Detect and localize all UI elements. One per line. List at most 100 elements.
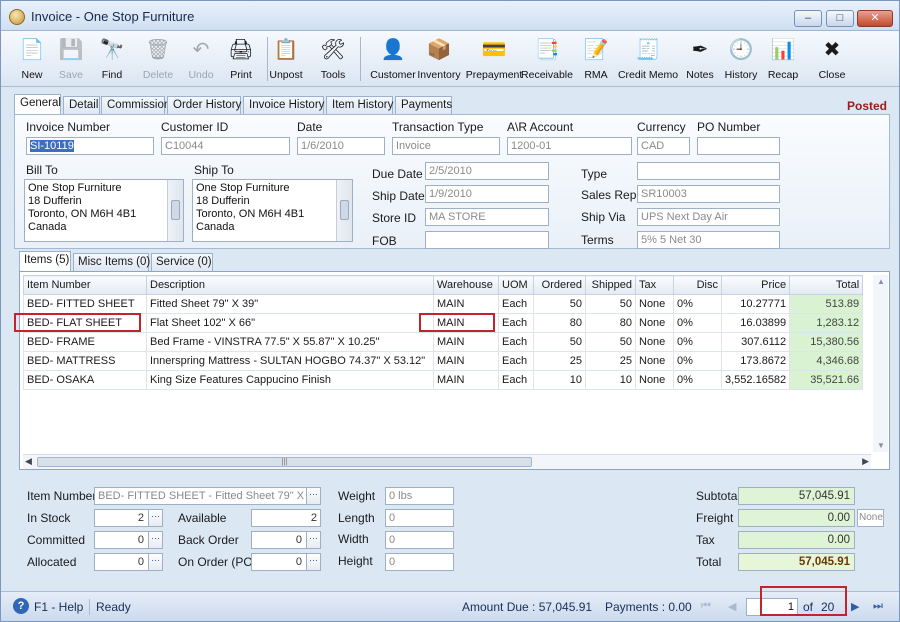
cell-warehouse[interactable]: MAIN [433,313,499,333]
credit-memo-button[interactable]: 🧾 Credit Memo [616,33,680,85]
ship-date-field[interactable]: 1/9/2010 [425,185,549,203]
minimize-button[interactable]: – [794,10,822,27]
cell-description[interactable]: Bed Frame - VINSTRA 77.5" X 55.87" X 10.… [146,332,434,352]
cell-disc[interactable]: 0% [673,370,722,390]
fob-field[interactable] [425,231,549,249]
due-date-field[interactable]: 2/5/2010 [425,162,549,180]
page-number-field[interactable]: 1 [746,598,798,616]
delete-button[interactable]: 🗑 Delete [138,33,178,85]
cell-item-number[interactable]: BED- FLAT SHEET [23,313,147,333]
receivable-button[interactable]: 📑 Receivable [519,33,575,85]
history-button[interactable]: 🕘 History [719,33,763,85]
cell-price[interactable]: 173.8672 [720,351,791,371]
item-number-detail-field[interactable]: BED- FITTED SHEET - Fitted Sheet 79" X 3… [94,487,321,505]
column-header-ordered[interactable]: Ordered [533,275,586,295]
prepayment-button[interactable]: 💳 Prepayment [465,33,523,85]
cell-price[interactable]: 307.6112 [720,332,791,352]
maximize-button[interactable]: □ [826,10,854,27]
scroll-up-icon[interactable]: ▲ [877,277,885,286]
cell-total[interactable]: 1,283.12 [789,313,864,333]
store-id-field[interactable]: MA STORE [425,208,549,226]
bill-to-address[interactable]: One Stop Furniture 18 Dufferin Toronto, ON… [24,179,184,242]
grid-scroll-thumb[interactable]: ||| [37,457,532,467]
ship-to-address[interactable]: One Stop Furniture 18 Dufferin Toronto, ON… [192,179,353,242]
cell-disc[interactable]: 0% [673,313,722,333]
first-page-icon[interactable]: ⏮ [701,600,711,613]
cell-description[interactable]: King Size Features Cappucino Finish [146,370,434,390]
tools-button[interactable]: 🛠 Tools [311,33,355,85]
cell-description[interactable]: Flat Sheet 102" X 66" [146,313,434,333]
table-row[interactable]: BED- FLAT SHEET Flat Sheet 102" X 66" MAIN… [23,313,864,333]
cell-item-number[interactable]: BED- FRAME [23,332,147,352]
back-order-lookup-button[interactable]: ··· [306,532,320,548]
undo-button[interactable]: ↶ Undo [181,33,221,85]
cell-ordered[interactable]: 25 [533,351,586,371]
allocated-lookup-button[interactable]: ··· [148,554,162,570]
table-row[interactable]: BED- OSAKA King Size Features Cappucino F… [23,370,864,390]
unpost-button[interactable]: 📋 Unpost [263,33,309,85]
rma-button[interactable]: 📝 RMA [575,33,617,85]
tab-invoice-history[interactable]: Invoice History [243,96,324,114]
height-field[interactable]: 0 [385,553,454,571]
width-field[interactable]: 0 [385,531,454,549]
type-field[interactable] [637,162,780,180]
subtab-service[interactable]: Service (0) [151,253,213,271]
cell-shipped[interactable]: 80 [585,313,636,333]
cell-total[interactable]: 15,380.56 [789,332,864,352]
customer-id-field[interactable]: C10044 [161,137,290,155]
back-order-field[interactable]: 0 ··· [251,531,321,549]
cell-warehouse[interactable]: MAIN [433,332,499,352]
save-button[interactable]: 💾 Save [51,33,91,85]
column-header-disc[interactable]: Disc [673,275,722,295]
cell-uom[interactable]: Each [498,332,534,352]
table-row[interactable]: BED- MATTRESS Innerspring Mattress - SULT… [23,351,864,371]
cell-total[interactable]: 35,521.66 [789,370,864,390]
transaction-type-field[interactable]: Invoice [392,137,500,155]
on-order-lookup-button[interactable]: ··· [306,554,320,570]
cell-item-number[interactable]: BED- FITTED SHEET [23,294,147,314]
terms-field[interactable]: 5% 5 Net 30 [637,231,780,249]
last-page-icon[interactable]: ⏭ [873,600,883,613]
previous-page-icon[interactable]: ◀ [728,600,736,613]
weight-field[interactable]: 0 lbs [385,487,454,505]
cell-disc[interactable]: 0% [673,332,722,352]
column-header-total[interactable]: Total [789,275,864,295]
invoice-number-field[interactable]: SI-10119 [26,137,154,155]
cell-tax[interactable]: None [635,332,674,352]
scroll-right-icon[interactable]: ▶ [862,456,869,467]
tab-item-history[interactable]: Item History [326,96,393,114]
cell-total[interactable]: 513.89 [789,294,864,314]
in-stock-field[interactable]: 2 ··· [94,509,163,527]
on-order-field[interactable]: 0 ··· [251,553,321,571]
column-header-warehouse[interactable]: Warehouse [433,275,499,295]
date-field[interactable]: 1/6/2010 [297,137,385,155]
ship-via-field[interactable]: UPS Next Day Air [637,208,780,226]
cell-price[interactable]: 10.27771 [720,294,791,314]
title-bar[interactable]: Invoice - One Stop Furniture – □ ✕ [1,1,899,31]
notes-button[interactable]: ✒ Notes [680,33,720,85]
cell-warehouse[interactable]: MAIN [433,351,499,371]
allocated-field[interactable]: 0 ··· [94,553,163,571]
table-row[interactable]: BED- FITTED SHEET Fitted Sheet 79" X 39" M… [23,294,864,314]
find-button[interactable]: 🔭 Find [92,33,132,85]
cell-shipped[interactable]: 50 [585,332,636,352]
cell-price[interactable]: 3,552.16582 [720,370,791,390]
close-button[interactable]: ✖ Close [812,33,852,85]
cell-item-number[interactable]: BED- MATTRESS [23,351,147,371]
cell-ordered[interactable]: 50 [533,332,586,352]
grid-horizontal-scrollbar[interactable]: ◀ ||| ▶ [23,454,871,469]
cell-tax[interactable]: None [635,351,674,371]
column-header-uom[interactable]: UOM [498,275,534,295]
cell-uom[interactable]: Each [498,370,534,390]
ship-to-scrollbar[interactable] [336,180,352,241]
cell-disc[interactable]: 0% [673,351,722,371]
column-header-description[interactable]: Description [146,275,434,295]
sales-rep-field[interactable]: SR10003 [637,185,780,203]
po-number-field[interactable] [697,137,780,155]
committed-lookup-button[interactable]: ··· [148,532,162,548]
print-button[interactable]: 🖨 Print [220,33,262,85]
cell-ordered[interactable]: 10 [533,370,586,390]
bill-to-scrollbar[interactable] [167,180,183,241]
grid-vertical-scrollbar[interactable]: ▲ ▼ [873,275,888,452]
help-label[interactable]: F1 - Help [34,600,83,614]
